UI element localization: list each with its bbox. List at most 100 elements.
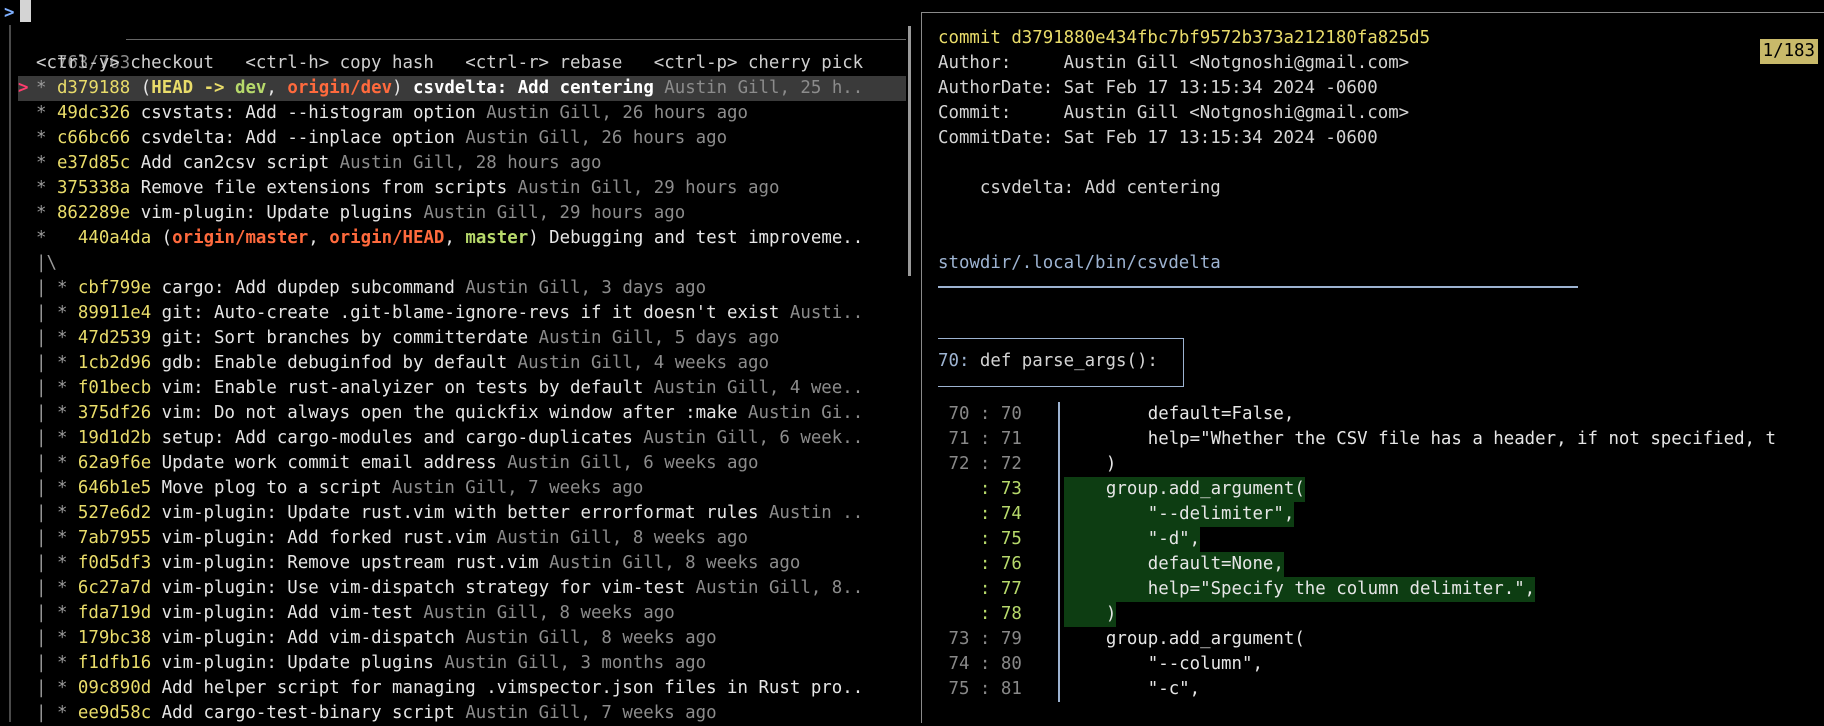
commit-message: cargo: Add dupdep subcommand <box>161 278 455 298</box>
commit-row[interactable]: | * 646b1e5 Move plog to a script Austin… <box>18 476 906 501</box>
commit-row[interactable]: * e37d85c Add can2csv script Austin Gill… <box>18 151 906 176</box>
graph-lines: * <box>36 203 57 223</box>
commit-row[interactable]: * c66bc66 csvdelta: Add --inplace option… <box>18 126 906 151</box>
commit-message: vim-plugin: Add vim-test <box>161 603 413 623</box>
commit-row[interactable]: | * 09c890d Add helper script for managi… <box>18 676 906 701</box>
commit-row[interactable]: | * cbf799e cargo: Add dupdep subcommand… <box>18 276 906 301</box>
counter-divider <box>126 39 906 40</box>
gutter-bar <box>1058 502 1060 527</box>
commit-row[interactable]: > * d379188 (HEAD -> dev, origin/dev) csv… <box>18 76 906 101</box>
commit-row[interactable]: | * fda719d vim-plugin: Add vim-test Aus… <box>18 601 906 626</box>
hunk-header-box: 70: def parse_args(): <box>938 338 1184 387</box>
ref-label: dev <box>234 78 267 98</box>
commit-row[interactable]: | * 375df26 vim: Do not always open the … <box>18 401 906 426</box>
line-gutter: 70 : 70 <box>938 402 1038 427</box>
commit-message: csvdelta: Add --inplace option <box>140 128 455 148</box>
commit-meta: Austin Gill, 6 week.. <box>632 428 864 448</box>
new-line-number: 74 <box>990 504 1022 524</box>
commit-row[interactable]: * 862289e vim-plugin: Update plugins Aus… <box>18 201 906 226</box>
context-code: group.add_argument( <box>1064 629 1305 649</box>
commit-row[interactable]: | * 527e6d2 vim-plugin: Update rust.vim … <box>18 501 906 526</box>
commit-meta: Austi.. <box>779 303 864 323</box>
diff-line: : 76 default=None, <box>938 552 1824 577</box>
commit-row[interactable]: | * 6c27a7d vim-plugin: Use vim-dispatch… <box>18 576 906 601</box>
commit-row[interactable]: | * 19d1d2b setup: Add cargo-modules and… <box>18 426 906 451</box>
line-gutter: 72 : 72 <box>938 452 1038 477</box>
graph-lines: * <box>36 78 57 98</box>
old-line-number <box>938 504 980 524</box>
commit-meta: Austin Gill, 26 hours ago <box>475 103 749 123</box>
commit-meta: Austin Gill, 28 hours ago <box>329 153 602 173</box>
commit-hash: cbf799e <box>77 278 152 298</box>
commit-hash: f1dfb16 <box>77 653 152 673</box>
new-line-number: 79 <box>990 629 1022 649</box>
diff-line: 75 : 81 "-c", <box>938 677 1824 702</box>
commit-row[interactable]: * 49dc326 csvstats: Add --histogram opti… <box>18 101 906 126</box>
graph-lines: | * <box>36 353 78 373</box>
context-code: default=False, <box>1064 404 1295 424</box>
new-line-number: 75 <box>990 529 1022 549</box>
commit-hash: f01becb <box>77 378 152 398</box>
commit-row[interactable]: |\ <box>18 251 906 276</box>
preview-pane[interactable]: 1/183 commit d3791880e434fbc7bf9572b373a… <box>921 12 1824 723</box>
context-code: ) <box>1064 454 1117 474</box>
commit-row[interactable]: | * ee9d58c Add cargo-test-binary script… <box>18 701 906 726</box>
ref-label: ) <box>392 78 414 98</box>
gutter-bar <box>1058 627 1060 652</box>
diff-line: 73 : 79 group.add_argument( <box>938 627 1824 652</box>
commit-row[interactable]: | * f1dfb16 vim-plugin: Update plugins A… <box>18 651 906 676</box>
graph-lines: | * <box>36 403 78 423</box>
commit-row[interactable]: | * 62a9f6e Update work commit email add… <box>18 451 906 476</box>
old-line-number <box>938 479 980 499</box>
new-line-number: 77 <box>990 579 1022 599</box>
commit-message: Update work commit email address <box>161 453 497 473</box>
graph-lines: * <box>36 103 57 123</box>
commit-message: vim-plugin: Update plugins <box>140 203 413 223</box>
diff-line: 74 : 80 "--column", <box>938 652 1824 677</box>
commit-row[interactable]: | * 7ab7955 vim-plugin: Add forked rust.… <box>18 526 906 551</box>
commit-meta: Austin Gill, 29 hours ago <box>507 178 780 198</box>
commit-message: vim-plugin: Update plugins <box>161 653 434 673</box>
commit-meta: Austin Gill, 29 hours ago <box>412 203 686 223</box>
new-line-number: 80 <box>990 654 1022 674</box>
commit-row[interactable]: * 440a4da (origin/master, origin/HEAD, m… <box>18 226 906 251</box>
commit-meta: Austin Gill, 6 weeks ago <box>496 453 759 473</box>
commit-message: vim-plugin: Update rust.vim with better … <box>161 503 759 523</box>
commit-row[interactable]: | * f01becb vim: Enable rust-analyizer o… <box>18 376 906 401</box>
added-code: ) <box>1064 602 1117 627</box>
commit-hash-line: commit d3791880e434fbc7bf9572b373a212180… <box>938 26 1430 51</box>
commit-hash: ee9d58c <box>77 703 152 723</box>
graph-lines: | * <box>36 528 78 548</box>
preview-page-indicator: 1/183 <box>1759 39 1818 64</box>
commit-label: commit <box>938 28 1001 48</box>
gutter-separator: : <box>979 629 991 649</box>
list-scrollbar[interactable] <box>908 26 911 276</box>
commit-hash: 375df26 <box>77 403 152 423</box>
diff-line: 71 : 71 help="Whether the CSV file has a… <box>938 427 1824 452</box>
commit-meta: Austin Gill, 5 days ago <box>528 328 780 348</box>
graph-lines: | * <box>36 703 78 723</box>
committer-line: Commit: Austin Gill <Notgnoshi@gmail.com… <box>938 103 1410 123</box>
commit-row[interactable]: | * 47d2539 git: Sort branches by commit… <box>18 326 906 351</box>
commit-hash: d379188 <box>56 78 131 98</box>
commit-row[interactable]: * 375338a Remove file extensions from sc… <box>18 176 906 201</box>
context-code: "-c", <box>1064 679 1201 699</box>
gutter-separator: : <box>979 454 991 474</box>
commit-meta: Austin Gill, 3 days ago <box>454 278 707 298</box>
commit-meta: Austin Gill, 8 weeks ago <box>412 603 675 623</box>
line-gutter: 74 : 80 <box>938 652 1038 677</box>
new-line-number: 72 <box>990 454 1022 474</box>
old-line-number: 71 <box>938 429 980 449</box>
old-line-number <box>938 529 980 549</box>
commit-hash: 1cb2d96 <box>77 353 152 373</box>
commit-row[interactable]: | * f0d5df3 vim-plugin: Remove upstream … <box>18 551 906 576</box>
commit-message: git: Sort branches by committerdate <box>161 328 529 348</box>
keybinding-hints: <ctrl-y> checkout <ctrl-h> copy hash <ct… <box>36 53 864 73</box>
commit-row[interactable]: | * 1cb2d96 gdb: Enable debuginfod by de… <box>18 351 906 376</box>
commit-meta: Austin Gill, 26 hours ago <box>454 128 728 148</box>
gutter-bar <box>1058 652 1060 677</box>
line-gutter: : 77 <box>938 577 1038 602</box>
commit-row[interactable]: | * 179bc38 vim-plugin: Add vim-dispatch… <box>18 626 906 651</box>
commit-message: vim-plugin: Remove upstream rust.vim <box>161 553 539 573</box>
commit-row[interactable]: | * 89911e4 git: Auto-create .git-blame-… <box>18 301 906 326</box>
